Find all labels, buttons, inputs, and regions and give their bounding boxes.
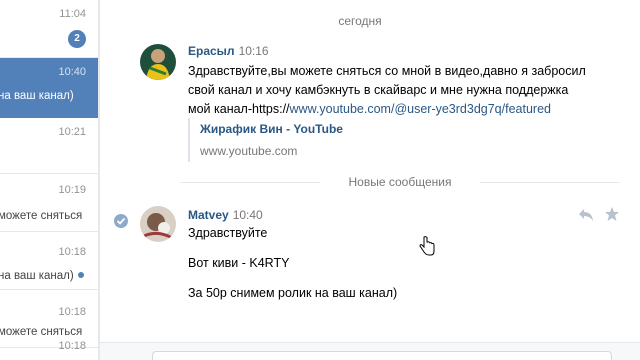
- message-text: Здравствуйте,вы можете сняться со мной в…: [188, 62, 588, 119]
- reply-icon[interactable]: [578, 208, 594, 225]
- message-input[interactable]: [152, 351, 612, 360]
- message: Matvey 10:40 Здравствуйте Вот киви - K4RT…: [140, 206, 580, 306]
- conversation-item[interactable]: 11:04 2: [0, 0, 98, 58]
- conversation-item[interactable]: 10:18: [0, 340, 98, 360]
- conversation-time: 10:18: [58, 246, 86, 258]
- composer-bar: [100, 342, 640, 360]
- conversation-list: 11:04 2 10:40 на ваш канал) 10:21 10:19 …: [0, 0, 98, 360]
- message-time: 10:40: [232, 208, 263, 222]
- hand-cursor-icon: [418, 236, 436, 256]
- message: Ерасыл 10:16 Здравствуйте,вы можете снять…: [140, 44, 586, 164]
- conversation-snippet: можете сняться: [0, 210, 83, 222]
- conversation-snippet: можете сняться: [0, 326, 83, 338]
- new-messages-separator: Новые сообщения: [180, 174, 620, 190]
- message-line: За 50р снимем ролик на ваш канал): [188, 286, 398, 300]
- conversation-time: 10:18: [58, 340, 86, 352]
- conversation-time: 10:40: [58, 66, 86, 78]
- conversation-time: 11:04: [59, 8, 86, 20]
- conversation-item[interactable]: 10:21: [0, 118, 98, 174]
- avatar[interactable]: [140, 44, 176, 80]
- conversation-snippet: на ваш канал): [0, 270, 74, 282]
- conversation-time: 10:19: [58, 184, 86, 196]
- chat-panel: сегодня Ерасыл 10:16 Здравствуйте,вы може…: [100, 0, 640, 360]
- avatar[interactable]: [140, 206, 176, 242]
- message-line: Вот киви - K4RTY: [188, 256, 290, 270]
- unread-badge: 2: [68, 30, 86, 48]
- date-separator: сегодня: [338, 14, 382, 28]
- link-preview[interactable]: Жирафик Вин - YouTube www.youtube.com: [188, 118, 488, 162]
- message-time: 10:16: [238, 44, 269, 58]
- link-preview-url: www.youtube.com: [200, 144, 298, 158]
- star-icon[interactable]: [604, 206, 620, 225]
- author-name[interactable]: Ерасыл: [188, 44, 235, 58]
- conversation-item[interactable]: 10:18 на ваш канал): [0, 232, 98, 290]
- conversation-item-active[interactable]: 10:40 на ваш канал): [0, 58, 98, 118]
- link-preview-title[interactable]: Жирафик Вин - YouTube: [200, 122, 343, 136]
- message-line: Здравствуйте: [188, 226, 268, 240]
- author-name[interactable]: Matvey: [188, 208, 229, 222]
- unread-dot: [78, 272, 84, 278]
- conversation-time: 10:18: [58, 306, 86, 318]
- message-link[interactable]: www.youtube.com/@user-ye3rd3dg7q/feature…: [290, 102, 551, 116]
- check-icon[interactable]: [114, 214, 128, 228]
- message-actions: [578, 206, 628, 226]
- new-messages-label: Новые сообщения: [348, 175, 452, 189]
- separator-line: [180, 182, 320, 183]
- message-author[interactable]: Ерасыл 10:16: [188, 44, 269, 58]
- separator-line: [480, 182, 620, 183]
- conversation-item[interactable]: 10:19 можете сняться: [0, 174, 98, 232]
- message-author[interactable]: Matvey 10:40: [188, 208, 263, 222]
- conversation-time: 10:21: [58, 126, 86, 138]
- conversation-snippet: на ваш канал): [0, 90, 74, 102]
